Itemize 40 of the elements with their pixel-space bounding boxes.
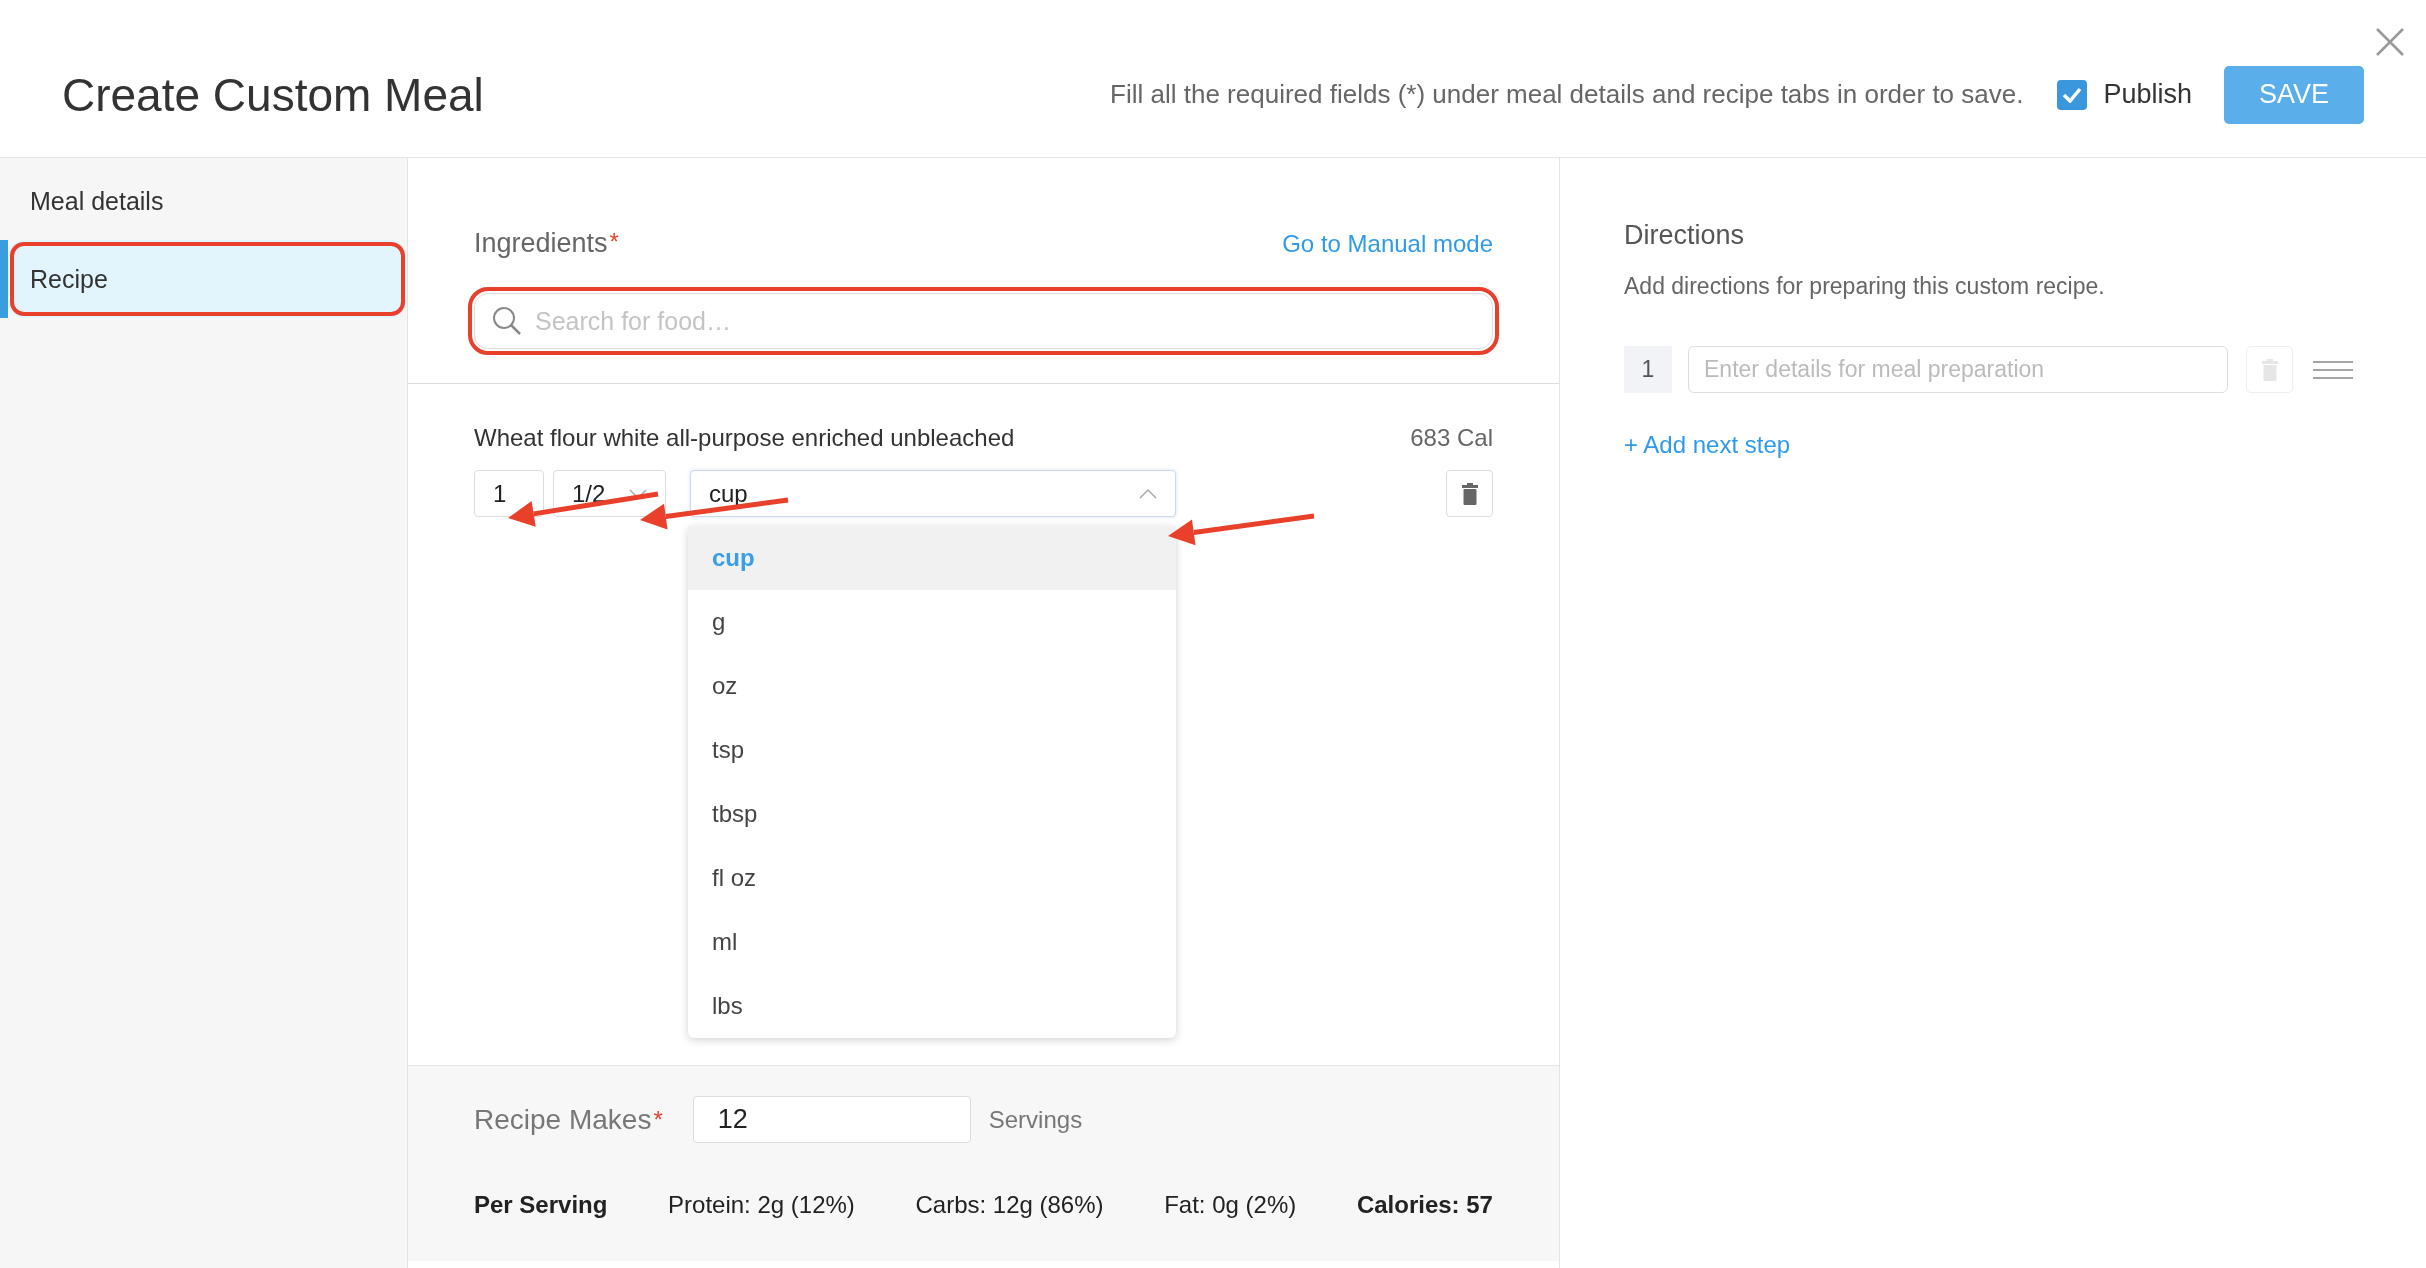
protein-value: Protein: 2g (12%) <box>668 1191 855 1219</box>
trash-icon <box>1461 482 1478 505</box>
required-asterisk: * <box>653 1105 663 1134</box>
step-input[interactable]: Enter details for meal preparation <box>1688 346 2228 393</box>
calories-value: Calories: 57 <box>1356 1191 1493 1219</box>
section-title: Directions <box>1624 220 1746 251</box>
dropdown-option[interactable]: oz <box>688 654 1176 718</box>
dialog-title: Create Custom Meal <box>62 67 484 122</box>
dropdown-option[interactable]: ml <box>688 910 1176 974</box>
trash-icon <box>2261 358 2278 381</box>
sidebar-item[interactable]: Meal details <box>8 162 407 240</box>
search-icon <box>492 306 522 336</box>
dropdown-option[interactable]: lbs <box>688 974 1176 1038</box>
dropdown-option[interactable]: fl oz <box>688 846 1176 910</box>
dropdown-option[interactable]: tbsp <box>688 782 1176 846</box>
unit-select[interactable]: cup <box>690 470 1176 517</box>
section-title: Ingredients <box>474 228 608 258</box>
quantity-field[interactable]: 1 <box>474 470 544 517</box>
ingredient-name: Wheat flour white all-purpose enriched unbleached <box>474 424 1015 452</box>
dropdown-option[interactable]: g <box>688 590 1176 654</box>
fat-value: Fat: 0g (2%) <box>1164 1191 1297 1219</box>
required-asterisk: * <box>609 228 619 255</box>
chevron-up-icon <box>1139 488 1157 499</box>
close-icon[interactable] <box>2376 28 2404 56</box>
servings-label: Servings <box>988 1105 1083 1134</box>
hint-text: Fill all the required fields (*) under meal details and recipe tabs in order to save. <box>1110 79 2024 110</box>
dropdown-option[interactable]: tsp <box>688 718 1176 782</box>
drag-handle-icon[interactable] <box>2313 359 2353 380</box>
publish-checkbox[interactable] <box>2057 79 2088 110</box>
sidebar-item[interactable]: Recipe <box>8 240 407 318</box>
ingredient-calories: 683 Cal <box>1410 424 1493 452</box>
check-icon <box>2062 86 2083 103</box>
carbs-value: Carbs: 12g (86%) <box>915 1191 1104 1219</box>
per-serving-label: Per Serving <box>474 1191 608 1219</box>
publish-label: Publish <box>2103 79 2192 110</box>
directions-description: Add directions for preparing this custom recipe. <box>1624 273 2106 300</box>
step-number: 1 <box>1624 346 1672 393</box>
delete-button[interactable] <box>1446 470 1493 517</box>
recipe-makes-label: Recipe Makes <box>474 1103 652 1136</box>
servings-field[interactable]: 12 <box>692 1096 971 1143</box>
